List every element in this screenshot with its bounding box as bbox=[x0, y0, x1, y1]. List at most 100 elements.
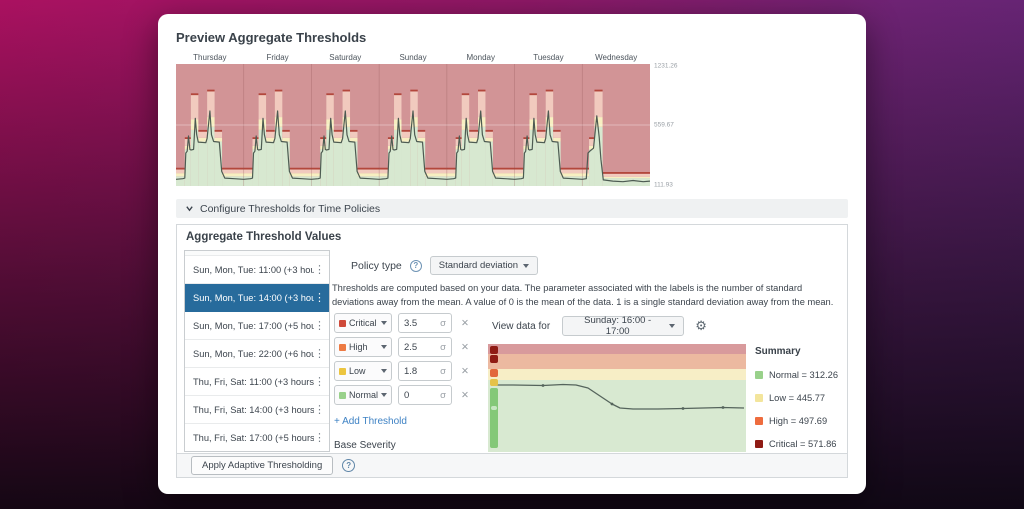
policy-type-label: Policy type bbox=[351, 260, 402, 272]
sigma-unit: σ bbox=[440, 390, 446, 401]
policy-label: Sun, Mon, Tue: 22:00 (+6 hour... bbox=[193, 349, 314, 359]
critical-slider-handle[interactable] bbox=[490, 346, 498, 354]
sigma-value: 0 bbox=[404, 390, 409, 401]
remove-threshold-icon[interactable] bbox=[461, 318, 469, 329]
kebab-menu-icon[interactable] bbox=[314, 347, 324, 360]
critical-slider-handle[interactable] bbox=[490, 355, 498, 363]
view-data-dropdown[interactable]: Sunday: 16:00 - 17:00 bbox=[562, 316, 684, 336]
policy-type-dropdown[interactable]: Standard deviation bbox=[430, 256, 538, 275]
kebab-menu-icon[interactable] bbox=[314, 319, 324, 332]
severity-dropdown[interactable]: Low bbox=[334, 361, 392, 381]
slider-grip[interactable] bbox=[491, 406, 497, 410]
policy-label: Thu, Fri, Sat: 11:00 (+3 hours) (U... bbox=[193, 377, 314, 387]
day-label: Thursday bbox=[176, 53, 244, 62]
summary-item: High = 497.69 bbox=[755, 416, 847, 426]
policy-list-item[interactable]: Sun, Mon, Tue: 14:00 (+3 hours)... bbox=[185, 284, 329, 312]
severity-dropdown[interactable]: Critical bbox=[334, 313, 392, 333]
top-chart-day-labels: Thursday Friday Saturday Sunday Monday T… bbox=[176, 53, 650, 62]
sigma-unit: σ bbox=[440, 318, 446, 329]
sigma-value: 2.5 bbox=[404, 342, 417, 353]
policy-type-value: Standard deviation bbox=[439, 260, 518, 271]
kebab-menu-icon[interactable] bbox=[314, 431, 324, 444]
chevron-down-icon bbox=[185, 204, 194, 213]
remove-threshold-icon[interactable] bbox=[461, 366, 469, 377]
threshold-row: Normal0σ bbox=[334, 385, 469, 405]
sigma-value-input[interactable]: 1.8 σ bbox=[398, 361, 452, 381]
time-policy-list: Sun, Mon, Tue: 11:00 (+3 hours)... Sun, M… bbox=[184, 250, 330, 452]
apply-adaptive-thresholding-button[interactable]: Apply Adaptive Thresholding bbox=[191, 456, 333, 475]
severity-color-swatch bbox=[339, 368, 346, 375]
policy-label: Sun, Mon, Tue: 11:00 (+3 hours)... bbox=[193, 265, 314, 275]
sigma-value: 1.8 bbox=[404, 366, 417, 377]
severity-label: High bbox=[349, 342, 378, 352]
severity-label: Low bbox=[349, 366, 378, 376]
preview-thresholds-card: Preview Aggregate Thresholds Thursday Fr… bbox=[158, 14, 866, 494]
kebab-menu-icon[interactable] bbox=[314, 263, 324, 276]
kebab-menu-icon[interactable] bbox=[314, 375, 324, 388]
summary-item-text: Critical = 571.86 bbox=[769, 439, 836, 449]
summary-item-text: Normal = 312.26 bbox=[769, 370, 838, 380]
configure-thresholds-label: Configure Thresholds for Time Policies bbox=[200, 203, 380, 215]
severity-color-swatch bbox=[339, 392, 346, 399]
caret-down-icon bbox=[523, 264, 529, 268]
view-data-row: View data for Sunday: 16:00 - 17:00 bbox=[492, 316, 707, 336]
panel-footer: Apply Adaptive Thresholding bbox=[177, 453, 847, 477]
panel-title: Aggregate Threshold Values bbox=[186, 231, 341, 243]
remove-threshold-icon[interactable] bbox=[461, 342, 469, 353]
day-label: Friday bbox=[244, 53, 312, 62]
preview-bands-chart bbox=[488, 344, 746, 452]
aggregate-preview-chart bbox=[176, 64, 650, 186]
page-title: Preview Aggregate Thresholds bbox=[176, 30, 366, 45]
help-icon[interactable] bbox=[342, 459, 355, 472]
configure-thresholds-toggle[interactable]: Configure Thresholds for Time Policies bbox=[176, 199, 848, 218]
summary-color-swatch bbox=[755, 394, 763, 402]
caret-down-icon bbox=[381, 369, 387, 373]
summary-item-text: High = 497.69 bbox=[769, 416, 827, 426]
kebab-menu-icon[interactable] bbox=[314, 403, 324, 416]
policy-description: Thresholds are computed based on your da… bbox=[332, 282, 846, 310]
severity-dropdown[interactable]: Normal bbox=[334, 385, 392, 405]
sigma-value-input[interactable]: 2.5σ bbox=[398, 337, 452, 357]
policy-label: Sun, Mon, Tue: 17:00 (+5 hours)... bbox=[193, 321, 314, 331]
summary-item: Low = 445.77 bbox=[755, 393, 847, 403]
sigma-unit: σ bbox=[440, 366, 446, 377]
add-threshold-link[interactable]: + Add Threshold bbox=[334, 416, 407, 427]
summary-item-text: Low = 445.77 bbox=[769, 393, 825, 403]
summary-color-swatch bbox=[755, 440, 763, 448]
view-data-label: View data for bbox=[492, 321, 550, 332]
caret-down-icon bbox=[381, 321, 387, 325]
normal-slider-bar[interactable] bbox=[490, 388, 498, 448]
severity-dropdown[interactable]: High bbox=[334, 337, 392, 357]
summary-title: Summary bbox=[755, 346, 847, 357]
policy-list-item[interactable]: Thu, Fri, Sat: 11:00 (+3 hours) (U... bbox=[185, 368, 329, 396]
low-slider-handle[interactable] bbox=[490, 379, 498, 386]
policy-list-item[interactable]: Sun, Mon, Tue: 22:00 (+6 hour... bbox=[185, 340, 329, 368]
caret-down-icon bbox=[669, 324, 675, 328]
high-slider-handle[interactable] bbox=[490, 369, 498, 377]
severity-label: Normal bbox=[349, 390, 378, 400]
y-axis-tick: 111.93 bbox=[654, 182, 673, 189]
caret-down-icon bbox=[381, 345, 387, 349]
sigma-value-input[interactable]: 0σ bbox=[398, 385, 452, 405]
view-data-value: Sunday: 16:00 - 17:00 bbox=[571, 315, 664, 337]
day-label: Wednesday bbox=[582, 53, 650, 62]
policy-list-item[interactable]: Thu, Fri, Sat: 14:00 (+3 hours) (... bbox=[185, 396, 329, 424]
day-label: Tuesday bbox=[515, 53, 583, 62]
policy-list-item[interactable]: Thu, Fri, Sat: 17:00 (+5 hours) (... bbox=[185, 424, 329, 452]
severity-color-swatch bbox=[339, 320, 346, 327]
threshold-preview-chart bbox=[488, 344, 746, 452]
sigma-value: 3.5 bbox=[404, 318, 417, 329]
policy-list-item[interactable]: Sun, Mon, Tue: 17:00 (+5 hours)... bbox=[185, 312, 329, 340]
summary-item: Critical = 571.86 bbox=[755, 439, 847, 449]
gear-icon[interactable] bbox=[695, 320, 707, 333]
help-icon[interactable] bbox=[410, 260, 422, 272]
policy-list-item[interactable]: Sun, Mon, Tue: 11:00 (+3 hours)... bbox=[185, 256, 329, 284]
policy-label: Thu, Fri, Sat: 14:00 (+3 hours) (... bbox=[193, 405, 314, 415]
remove-threshold-icon[interactable] bbox=[461, 390, 469, 401]
kebab-menu-icon[interactable] bbox=[314, 291, 324, 304]
sigma-value-input[interactable]: 3.5 σ bbox=[398, 313, 452, 333]
y-axis-tick: 1231.26 bbox=[654, 63, 678, 70]
threshold-rows: Critical3.5σHigh2.5σLow1.8σNormal0σ bbox=[334, 313, 469, 409]
threshold-row: Low 1.8 σ bbox=[334, 361, 469, 381]
summary-items: Normal = 312.26 Low = 445.77 High = 497.69… bbox=[755, 370, 847, 449]
